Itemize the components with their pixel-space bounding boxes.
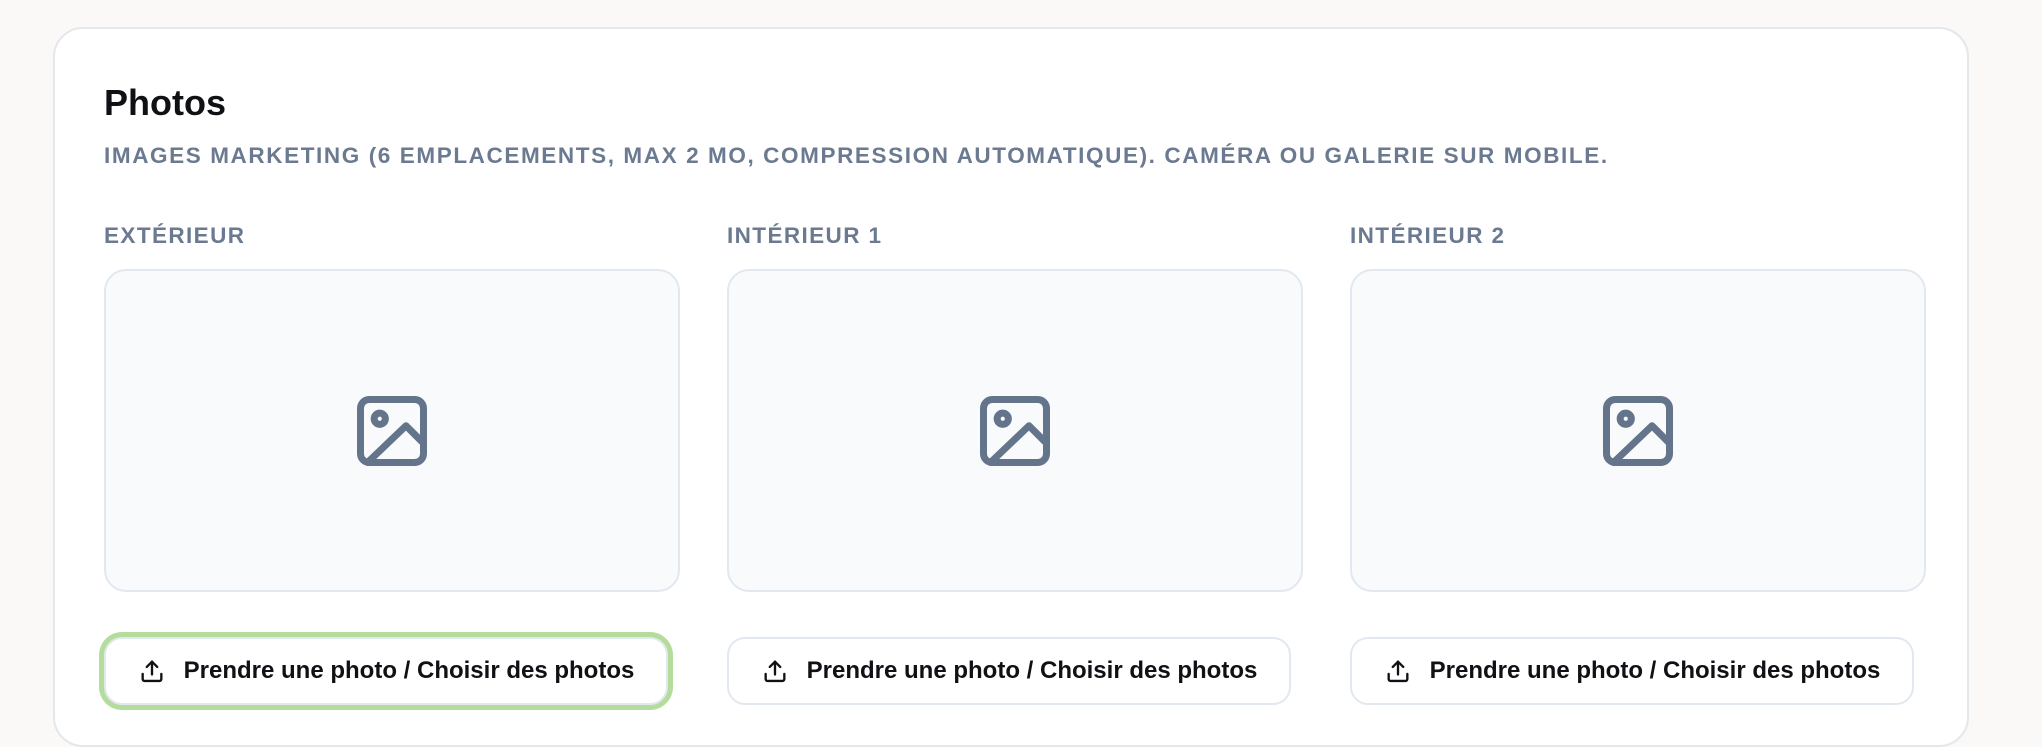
section-subtitle: IMAGES MARKETING (6 EMPLACEMENTS, MAX 2 … — [104, 143, 1609, 168]
slot-label: INTÉRIEUR 1 — [727, 223, 883, 248]
upload-button-label: Prendre une photo / Choisir des photos — [183, 657, 635, 684]
photo-dropzone[interactable] — [1350, 269, 1926, 592]
section-title: Photos — [104, 82, 226, 123]
upload-icon — [1387, 660, 1409, 683]
slot-label: EXTÉRIEUR — [104, 223, 246, 248]
image-placeholder-icon — [357, 395, 427, 466]
slot-label: INTÉRIEUR 2 — [1350, 223, 1506, 248]
photo-dropzone[interactable] — [104, 269, 680, 592]
upload-photo-button[interactable]: Prendre une photo / Choisir des photos — [104, 637, 668, 705]
photo-dropzone[interactable] — [727, 269, 1303, 592]
upload-icon — [764, 660, 786, 683]
image-placeholder-icon — [980, 395, 1050, 466]
upload-icon — [141, 660, 163, 683]
upload-photo-button[interactable]: Prendre une photo / Choisir des photos — [1350, 637, 1914, 705]
upload-button-label: Prendre une photo / Choisir des photos — [1429, 657, 1881, 684]
image-placeholder-icon — [1603, 395, 1673, 466]
upload-photo-button[interactable]: Prendre une photo / Choisir des photos — [727, 637, 1291, 705]
upload-button-label: Prendre une photo / Choisir des photos — [806, 657, 1258, 684]
photos-card: Photos IMAGES MARKETING (6 EMPLACEMENTS,… — [53, 27, 1969, 747]
